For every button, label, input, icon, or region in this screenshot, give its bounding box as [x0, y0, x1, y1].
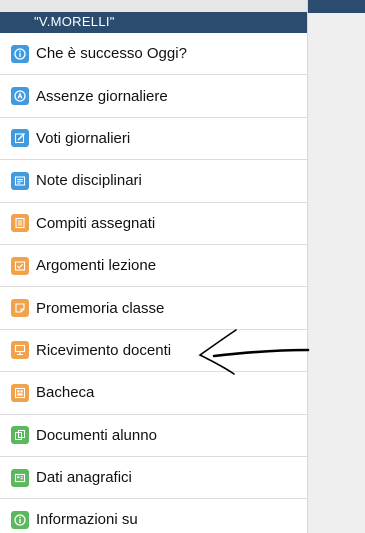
menu-item-label: Ricevimento docenti	[36, 341, 172, 359]
menu-item-label: Informazioni su	[36, 511, 138, 529]
student-documents-icon	[11, 426, 29, 445]
info-about-icon	[11, 510, 29, 529]
homework-icon	[11, 214, 29, 233]
side-menu: "V.MORELLI" Che è successo Oggi? Assenze…	[0, 0, 307, 533]
teacher-meeting-icon	[11, 341, 29, 360]
menu-item-label: Documenti alunno	[36, 426, 157, 444]
menu-item-label: Promemoria classe	[36, 299, 165, 317]
menu-item-label: Che è successo Oggi?	[36, 45, 187, 63]
menu-item-che-e-successo-oggi[interactable]: Che è successo Oggi?	[0, 33, 307, 76]
menu-item-informazioni-su[interactable]: Informazioni su	[0, 499, 307, 533]
menu-item-assenze-giornaliere[interactable]: Assenze giornaliere	[0, 75, 307, 118]
menu-item-label: Voti giornalieri	[36, 129, 131, 147]
info-icon	[11, 44, 29, 63]
student-name: "V.MORELLI"	[34, 14, 115, 29]
bulletin-board-icon	[11, 383, 29, 402]
menu-item-label: Compiti assegnati	[36, 214, 156, 232]
menu-item-voti-giornalieri[interactable]: Voti giornalieri	[0, 118, 307, 161]
menu-item-label: Bacheca	[36, 384, 95, 402]
menu-item-label: Assenze giornaliere	[36, 87, 168, 105]
menu-item-label: Argomenti lezione	[36, 257, 157, 275]
menu-list: Che è successo Oggi? Assenze giornaliere…	[0, 33, 307, 533]
menu-item-dati-anagrafici[interactable]: Dati anagrafici	[0, 457, 307, 500]
menu-header: "V.MORELLI"	[0, 0, 307, 33]
menu-item-label: Dati anagrafici	[36, 469, 132, 487]
absence-icon	[11, 87, 29, 106]
notes-icon	[11, 171, 29, 190]
lesson-topics-icon	[11, 256, 29, 275]
menu-item-promemoria-classe[interactable]: Promemoria classe	[0, 287, 307, 330]
menu-item-ricevimento-docenti[interactable]: Ricevimento docenti	[0, 330, 307, 373]
detail-pane-header	[308, 0, 365, 13]
menu-item-label: Note disciplinari	[36, 172, 142, 190]
reminder-icon	[11, 299, 29, 318]
menu-item-note-disciplinari[interactable]: Note disciplinari	[0, 160, 307, 203]
menu-item-compiti-assegnati[interactable]: Compiti assegnati	[0, 203, 307, 245]
personal-data-icon	[11, 468, 29, 487]
detail-pane	[307, 0, 365, 533]
grades-icon	[11, 129, 29, 148]
menu-item-argomenti-lezione[interactable]: Argomenti lezione	[0, 245, 307, 288]
menu-item-bacheca[interactable]: Bacheca	[0, 372, 307, 415]
menu-item-documenti-alunno[interactable]: Documenti alunno	[0, 415, 307, 457]
